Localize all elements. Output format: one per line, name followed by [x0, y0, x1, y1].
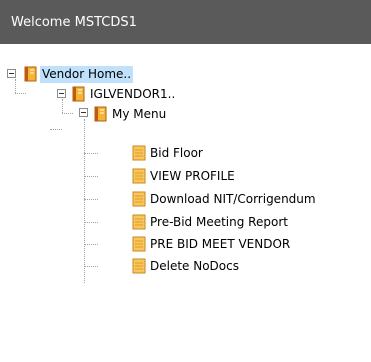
welcome-title: Welcome MSTCDS1	[11, 14, 137, 30]
tree-connector	[84, 199, 98, 200]
tree-connector	[84, 176, 98, 177]
tree-connector	[84, 153, 98, 154]
tree-connector	[50, 129, 62, 130]
document-icon	[132, 236, 146, 252]
menu-item-bid-floor[interactable]: Bid Floor	[132, 143, 205, 163]
menu-item-label[interactable]: Pre-Bid Meeting Report	[148, 214, 290, 231]
tree-connector	[84, 222, 98, 223]
minus-box-icon[interactable]	[79, 108, 88, 117]
book-folder-icon	[24, 66, 37, 82]
menu-item-label[interactable]: Download NIT/Corrigendum	[148, 191, 318, 208]
tree-node-label[interactable]: Vendor Home..	[40, 65, 134, 83]
document-icon	[132, 258, 146, 274]
document-icon	[132, 214, 146, 230]
document-icon	[132, 145, 146, 161]
tree-connector	[62, 99, 63, 113]
tree-connector	[15, 93, 26, 94]
minus-box-icon[interactable]	[57, 89, 66, 98]
tree-node-vendor[interactable]: IGLVENDOR1..	[70, 84, 177, 104]
tree-node-my-menu[interactable]: My Menu	[92, 104, 168, 124]
book-folder-icon	[94, 106, 107, 122]
menu-tree: Vendor Home.. IGLVENDOR1.. My Menu Bid F…	[0, 44, 371, 362]
menu-item-label[interactable]: VIEW PROFILE	[148, 168, 237, 185]
tree-node-label[interactable]: My Menu	[110, 106, 168, 123]
book-folder-icon	[72, 86, 85, 102]
minus-box-icon[interactable]	[7, 69, 16, 78]
tree-node-vendor-home[interactable]: Vendor Home..	[22, 64, 134, 84]
menu-item-label[interactable]: Bid Floor	[148, 145, 205, 162]
document-icon	[132, 191, 146, 207]
menu-item-view-profile[interactable]: VIEW PROFILE	[132, 166, 237, 186]
menu-item-pre-bid-meet-vendor[interactable]: PRE BID MEET VENDOR	[132, 234, 292, 254]
tree-connector	[84, 266, 98, 267]
menu-item-pre-bid-report[interactable]: Pre-Bid Meeting Report	[132, 212, 290, 232]
menu-item-delete-nodocs[interactable]: Delete NoDocs	[132, 256, 241, 276]
tree-connector	[62, 113, 73, 114]
tree-connector	[84, 119, 85, 283]
tree-connector	[84, 244, 98, 245]
menu-item-download-nit[interactable]: Download NIT/Corrigendum	[132, 189, 318, 209]
tree-connector	[15, 79, 16, 93]
app-header: Welcome MSTCDS1	[0, 0, 371, 44]
menu-item-label[interactable]: PRE BID MEET VENDOR	[148, 236, 292, 253]
menu-item-label[interactable]: Delete NoDocs	[148, 258, 241, 275]
tree-node-label[interactable]: IGLVENDOR1..	[88, 86, 177, 103]
document-icon	[132, 168, 146, 184]
